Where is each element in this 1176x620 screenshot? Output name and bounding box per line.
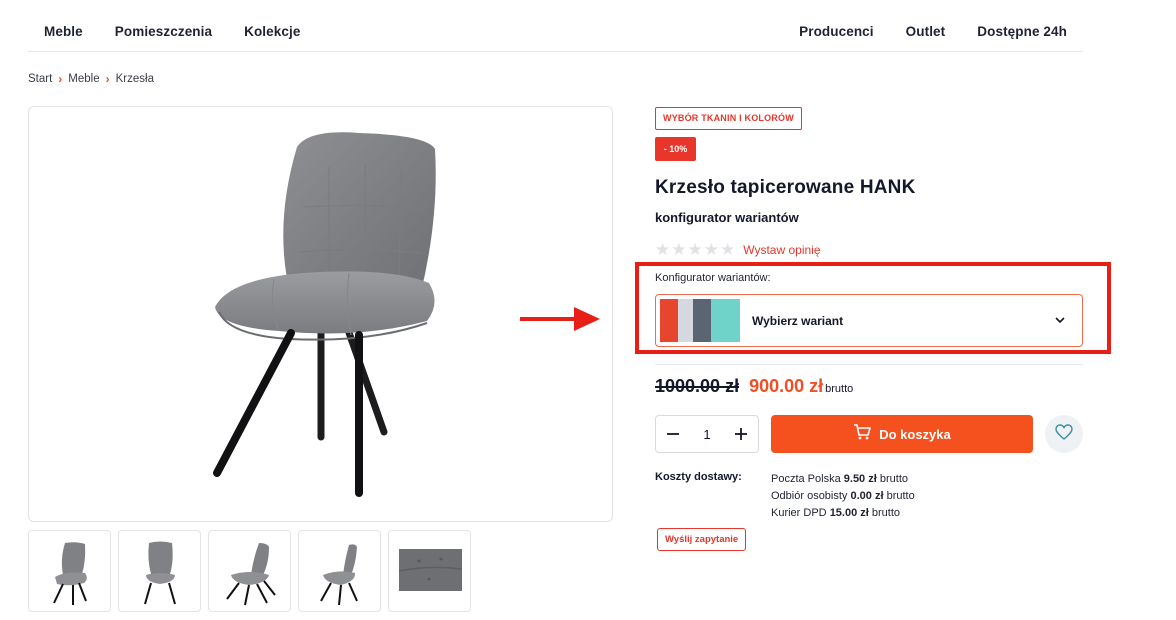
- swatch-dark-gray: [693, 299, 711, 342]
- shipping-option: Poczta Polska 9.50 zł brutto: [771, 473, 908, 485]
- old-price: 1000.00 zł: [655, 376, 740, 396]
- nav-link-meble[interactable]: Meble: [44, 24, 83, 39]
- shipping-cost-label: Koszty dostawy:: [655, 471, 742, 483]
- product-title: Krzesło tapicerowane HANK: [655, 177, 916, 198]
- shipping-option: Kurier DPD 15.00 zł brutto: [771, 507, 901, 519]
- price-row: 1000.00 zł 900.00 zł brutto: [655, 376, 853, 397]
- rating-row: ★ ★ ★ ★ ★ Wystaw opinię: [655, 241, 821, 258]
- rating-stars: ★ ★ ★ ★ ★: [655, 241, 735, 258]
- write-review-link[interactable]: Wystaw opinię: [743, 243, 820, 257]
- swatch-teal: [710, 299, 740, 342]
- swatch-light-gray: [677, 299, 694, 342]
- variant-swatches: [660, 299, 740, 342]
- new-price: 900.00 zł: [749, 376, 824, 396]
- breadcrumb-meble[interactable]: Meble: [68, 73, 99, 85]
- star-icon[interactable]: ★: [688, 241, 703, 258]
- shipping-options: Poczta Polska 9.50 zł brutto Odbiór osob…: [771, 471, 915, 522]
- fabric-choice-badge: WYBÓR TKANIN I KOLORÓW: [655, 107, 802, 130]
- breadcrumb: Start › Meble › Krzesła: [28, 72, 154, 86]
- plus-icon[interactable]: [732, 425, 750, 443]
- heart-icon: [1055, 423, 1073, 445]
- nav-link-kolekcje[interactable]: Kolekcje: [244, 24, 300, 39]
- thumbnail-5[interactable]: [388, 530, 471, 612]
- divider: [655, 364, 1083, 365]
- quantity-value[interactable]: 1: [703, 427, 710, 442]
- nav-link-outlet[interactable]: Outlet: [906, 24, 946, 39]
- top-navigation: Meble Pomieszczenia Kolekcje Producenci …: [28, 0, 1083, 52]
- variant-placeholder: Wybierz wariant: [752, 314, 844, 328]
- star-icon[interactable]: ★: [720, 241, 735, 258]
- thumbnail-strip: [28, 530, 471, 612]
- nav-left-group: Meble Pomieszczenia Kolekcje: [44, 24, 300, 39]
- nav-link-producenci[interactable]: Producenci: [799, 24, 874, 39]
- product-subtitle: konfigurator wariantów: [655, 210, 799, 225]
- breadcrumb-start[interactable]: Start: [28, 73, 52, 85]
- thumbnail-1[interactable]: [28, 530, 111, 612]
- send-inquiry-button[interactable]: Wyślij zapytanie: [657, 528, 747, 551]
- breadcrumb-chevron-icon: ›: [58, 72, 63, 86]
- price-suffix: brutto: [825, 383, 854, 395]
- thumbnail-2[interactable]: [118, 530, 201, 612]
- quantity-stepper: 1: [655, 415, 759, 453]
- nav-link-dostepne-24h[interactable]: Dostępne 24h: [977, 24, 1067, 39]
- swatch-red: [660, 299, 678, 342]
- red-arrow-icon: [520, 307, 600, 331]
- add-to-cart-label: Do koszyka: [879, 426, 951, 442]
- add-to-cart-button[interactable]: Do koszyka: [771, 415, 1033, 453]
- thumbnail-3[interactable]: [208, 530, 291, 612]
- star-icon[interactable]: ★: [671, 241, 686, 258]
- star-icon[interactable]: ★: [655, 241, 670, 258]
- breadcrumb-krzesla[interactable]: Krzesła: [116, 73, 154, 85]
- star-icon[interactable]: ★: [704, 241, 719, 258]
- variant-configurator-label: Konfigurator wariantów:: [655, 272, 771, 284]
- chevron-down-icon: [1054, 313, 1066, 331]
- cart-icon: [853, 423, 872, 445]
- breadcrumb-chevron-icon: ›: [105, 72, 110, 86]
- shipping-option: Odbiór osobisty 0.00 zł brutto: [771, 490, 915, 502]
- wishlist-button[interactable]: [1045, 415, 1083, 453]
- nav-right-group: Producenci Outlet Dostępne 24h: [799, 24, 1067, 39]
- variant-select[interactable]: Wybierz wariant: [655, 294, 1083, 347]
- minus-icon[interactable]: [664, 425, 682, 443]
- nav-link-pomieszczenia[interactable]: Pomieszczenia: [115, 24, 212, 39]
- thumbnail-4[interactable]: [298, 530, 381, 612]
- discount-badge: - 10%: [655, 137, 696, 161]
